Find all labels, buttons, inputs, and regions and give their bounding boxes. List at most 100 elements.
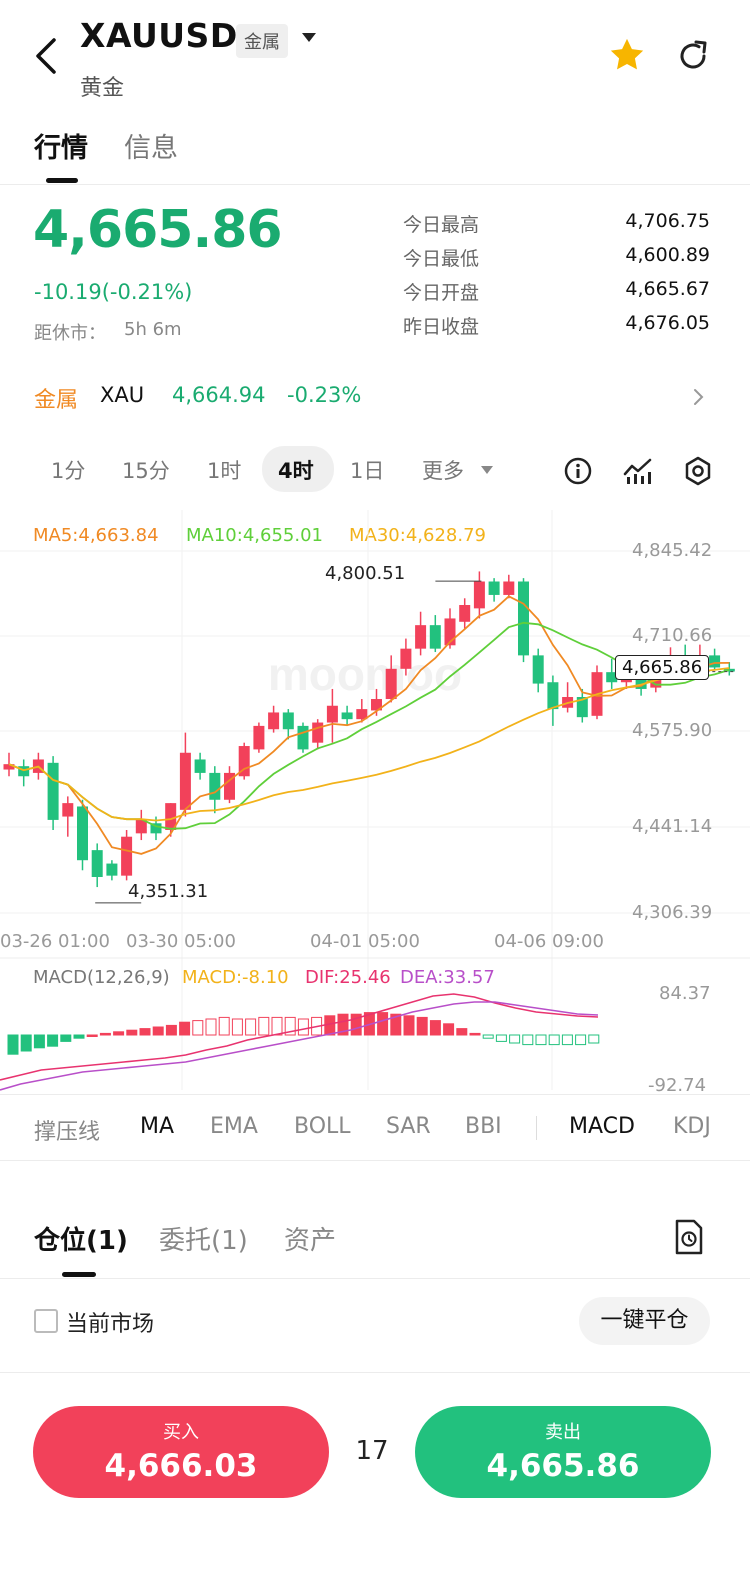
- indicator-ma[interactable]: MA: [140, 1114, 174, 1139]
- sell-price: 4,665.86: [486, 1448, 640, 1484]
- candle-body: [459, 605, 471, 622]
- macd-bar: [495, 1034, 507, 1042]
- macd-bar: [47, 1034, 59, 1047]
- current-market-label[interactable]: 当前市场: [66, 1306, 154, 1338]
- candle-body: [473, 581, 485, 609]
- buy-label: 买入: [163, 1422, 199, 1443]
- indicator-sar[interactable]: SAR: [386, 1114, 431, 1139]
- candle-body: [488, 581, 500, 595]
- stat-label-low: 今日最低: [403, 248, 480, 270]
- macd-bar: [297, 1018, 309, 1036]
- macd-y-top: 84.37: [659, 983, 711, 1004]
- tab-quote[interactable]: 行情: [34, 126, 88, 165]
- indicator-kdj[interactable]: KDJ: [673, 1114, 750, 1139]
- tab-assets[interactable]: 资产: [284, 1220, 336, 1257]
- macd-lines: [0, 993, 599, 1091]
- stat-label-prev-close: 昨日收盘: [403, 316, 480, 338]
- y-tick-3: 4,575.90: [632, 720, 713, 741]
- macd-bar: [377, 1012, 389, 1036]
- macd-y-bottom: -92.74: [648, 1075, 707, 1096]
- indicator-chart-icon[interactable]: [622, 456, 654, 490]
- y-tick-1: 4,845.42: [632, 540, 713, 561]
- candle-body: [297, 725, 309, 750]
- sell-label: 卖出: [545, 1422, 581, 1443]
- tab-positions[interactable]: 仓位(1): [34, 1220, 128, 1257]
- buy-price: 4,666.03: [104, 1448, 258, 1484]
- macd-bar: [258, 1016, 270, 1036]
- macd-bar: [575, 1034, 587, 1046]
- timeframe-1d[interactable]: 1日: [350, 455, 384, 485]
- y-tick-4: 4,441.14: [632, 816, 713, 837]
- candle-body: [91, 850, 103, 877]
- history-document-icon[interactable]: [674, 1219, 704, 1259]
- stat-label-open: 今日开盘: [403, 282, 480, 304]
- dif-value: DIF:25.46: [305, 967, 391, 988]
- chevron-right-icon[interactable]: [692, 388, 706, 410]
- tab-info[interactable]: 信息: [124, 126, 178, 165]
- macd-bar: [522, 1034, 534, 1046]
- candle-body: [341, 712, 353, 720]
- ma-lines: [8, 580, 734, 904]
- candle-body: [194, 759, 206, 773]
- stat-value-prev-close: 4,676.05: [625, 312, 710, 334]
- indicator-boll[interactable]: BOLL: [294, 1114, 351, 1139]
- divider: [0, 1160, 750, 1161]
- macd-bar: [33, 1034, 45, 1049]
- caret-down-icon[interactable]: [302, 33, 316, 42]
- related-change: -0.23%: [287, 383, 362, 407]
- dea-value: DEA:33.57: [400, 967, 495, 988]
- caret-down-icon[interactable]: [481, 466, 493, 474]
- favorite-star-icon[interactable]: [608, 36, 646, 78]
- macd-bar: [271, 1016, 283, 1036]
- candle-body: [62, 803, 74, 817]
- candle-body: [121, 836, 133, 876]
- timeframe-15m[interactable]: 15分: [122, 455, 170, 485]
- info-icon[interactable]: [563, 456, 593, 490]
- stat-label-high: 今日最高: [403, 214, 480, 236]
- indicator-ema[interactable]: EMA: [210, 1114, 258, 1139]
- timeframe-4h[interactable]: 4时: [278, 455, 314, 485]
- active-tab-indicator: [62, 1272, 96, 1277]
- timeframe-1h[interactable]: 1时: [207, 455, 241, 485]
- timeframe-1m[interactable]: 1分: [51, 455, 85, 485]
- candle-body: [282, 712, 294, 730]
- indicator-bbi[interactable]: BBI: [465, 1114, 502, 1139]
- macd-histogram: [7, 1012, 600, 1055]
- buy-button[interactable]: 买入 4,666.03: [33, 1406, 329, 1498]
- macd-bar: [469, 1032, 481, 1036]
- indicator-support-resistance[interactable]: 撑压线: [34, 1114, 100, 1146]
- macd-bar: [245, 1018, 257, 1036]
- candle-body: [326, 705, 338, 723]
- y-tick-2: 4,710.66: [632, 625, 713, 646]
- divider: [0, 1094, 750, 1095]
- category-badge[interactable]: 金属: [236, 24, 288, 58]
- back-button[interactable]: [28, 34, 68, 78]
- tab-orders[interactable]: 委托(1): [159, 1220, 248, 1257]
- sell-button[interactable]: 卖出 4,665.86: [415, 1406, 711, 1498]
- macd-bar: [548, 1034, 560, 1046]
- macd-bar: [456, 1028, 468, 1036]
- price-chart[interactable]: moomoo: [0, 510, 750, 1096]
- timeframe-more[interactable]: 更多: [422, 455, 464, 485]
- related-price: 4,664.94: [172, 383, 266, 407]
- chart-settings-icon[interactable]: [682, 455, 714, 491]
- macd-value: MACD:-8.10: [182, 967, 289, 988]
- candle-body: [547, 682, 559, 710]
- macd-bar: [231, 1018, 243, 1036]
- candle-body: [209, 772, 221, 800]
- candle-body: [179, 752, 191, 810]
- macd-bar: [60, 1034, 72, 1042]
- high-marker-label: 4,800.51: [325, 563, 406, 584]
- share-refresh-icon[interactable]: [676, 38, 712, 78]
- macd-bar: [509, 1034, 521, 1044]
- candle-body: [532, 655, 544, 684]
- close-all-button[interactable]: 一键平仓: [579, 1297, 710, 1345]
- indicator-macd[interactable]: MACD: [569, 1114, 635, 1139]
- current-market-checkbox[interactable]: [34, 1309, 58, 1333]
- candle-body: [709, 655, 721, 668]
- candle-body: [77, 806, 88, 861]
- macd-bar: [192, 1020, 204, 1036]
- macd-bar: [218, 1016, 230, 1036]
- macd-bar: [482, 1034, 494, 1039]
- macd-bar: [113, 1031, 125, 1036]
